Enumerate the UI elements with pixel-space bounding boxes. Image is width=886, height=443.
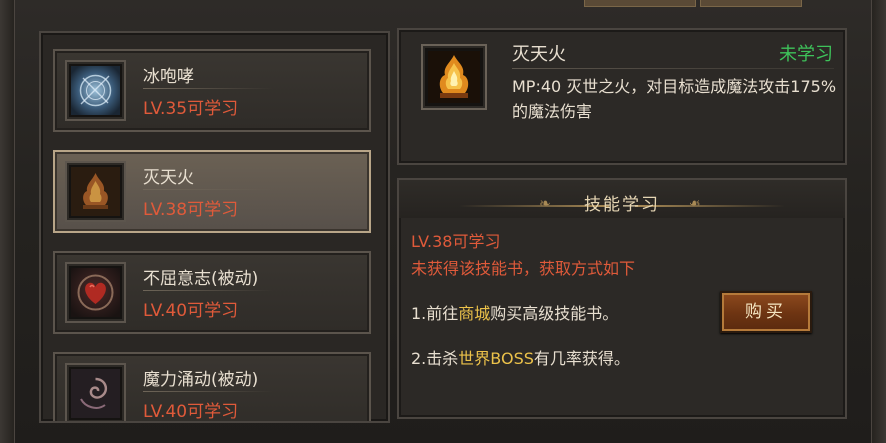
frame-left-edge — [0, 0, 15, 443]
divider — [143, 391, 273, 392]
missing-book-notice: 未获得该技能书，获取方式如下 — [411, 259, 636, 278]
skill-name: 不屈意志(被动) — [143, 269, 259, 289]
skill-detail-panel: 灭天火 未学习 MP:40 灭世之火，对目标造成魔法攻击175%的魔法伤害 — [397, 28, 847, 165]
frame-right-edge — [871, 0, 886, 443]
ice-roar-icon — [65, 60, 126, 121]
level-requirement: LV.38可学习 — [411, 232, 501, 251]
buy-button[interactable]: 购买 — [720, 291, 812, 333]
divider — [512, 68, 834, 69]
skill-description: MP:40 灭世之火，对目标造成魔法攻击175%的魔法伤害 — [512, 77, 837, 121]
skill-list-panel[interactable]: 冰咆哮 LV.35可学习 灭天火 LV.38可学习 不屈意志(被动) LV.40… — [39, 31, 390, 423]
option-text: 有几率获得。 — [533, 349, 630, 368]
fire-icon — [65, 161, 126, 222]
skill-level: LV.35可学习 — [143, 99, 239, 119]
learn-header: ❧ ❧ 技能学习 — [399, 180, 845, 218]
skill-level: LV.38可学习 — [143, 200, 239, 220]
skill-level: LV.40可学习 — [143, 402, 239, 422]
divider — [143, 290, 273, 291]
skill-item-mana-surge[interactable]: 魔力涌动(被动) LV.40可学习 — [53, 352, 371, 422]
skill-learn-panel: ❧ ❧ 技能学习 LV.38可学习 未获得该技能书，获取方式如下 1.前往商城购… — [397, 178, 847, 419]
skill-item-fire[interactable]: 灭天火 LV.38可学习 — [53, 150, 371, 233]
divider — [143, 189, 273, 190]
fire-icon — [421, 44, 487, 110]
top-tab-right[interactable] — [700, 0, 802, 7]
skill-item-unyielding-will[interactable]: 不屈意志(被动) LV.40可学习 — [53, 251, 371, 334]
option-text: 购买高级技能书。 — [490, 304, 619, 323]
skill-level: LV.40可学习 — [143, 301, 239, 321]
skill-title: 灭天火 — [512, 44, 566, 65]
acquire-option-2: 2.击杀世界BOSS有几率获得。 — [411, 345, 630, 369]
top-tab-left[interactable] — [584, 0, 696, 7]
skill-name: 魔力涌动(被动) — [143, 370, 259, 390]
option-text: 1.前往 — [411, 304, 459, 323]
option-text: 2.击杀 — [411, 349, 459, 368]
skill-name: 灭天火 — [143, 168, 194, 188]
divider — [143, 88, 273, 89]
skill-item-ice-roar[interactable]: 冰咆哮 LV.35可学习 — [53, 49, 371, 132]
shop-link[interactable]: 商城 — [458, 304, 490, 323]
heart-icon — [65, 262, 126, 323]
learn-status: 未学习 — [779, 44, 833, 65]
learn-title: 技能学习 — [584, 195, 660, 215]
skill-name: 冰咆哮 — [143, 67, 194, 87]
swirl-icon — [65, 363, 126, 421]
world-boss-link[interactable]: 世界BOSS — [458, 349, 534, 368]
acquire-option-1: 1.前往商城购买高级技能书。 — [411, 300, 618, 324]
